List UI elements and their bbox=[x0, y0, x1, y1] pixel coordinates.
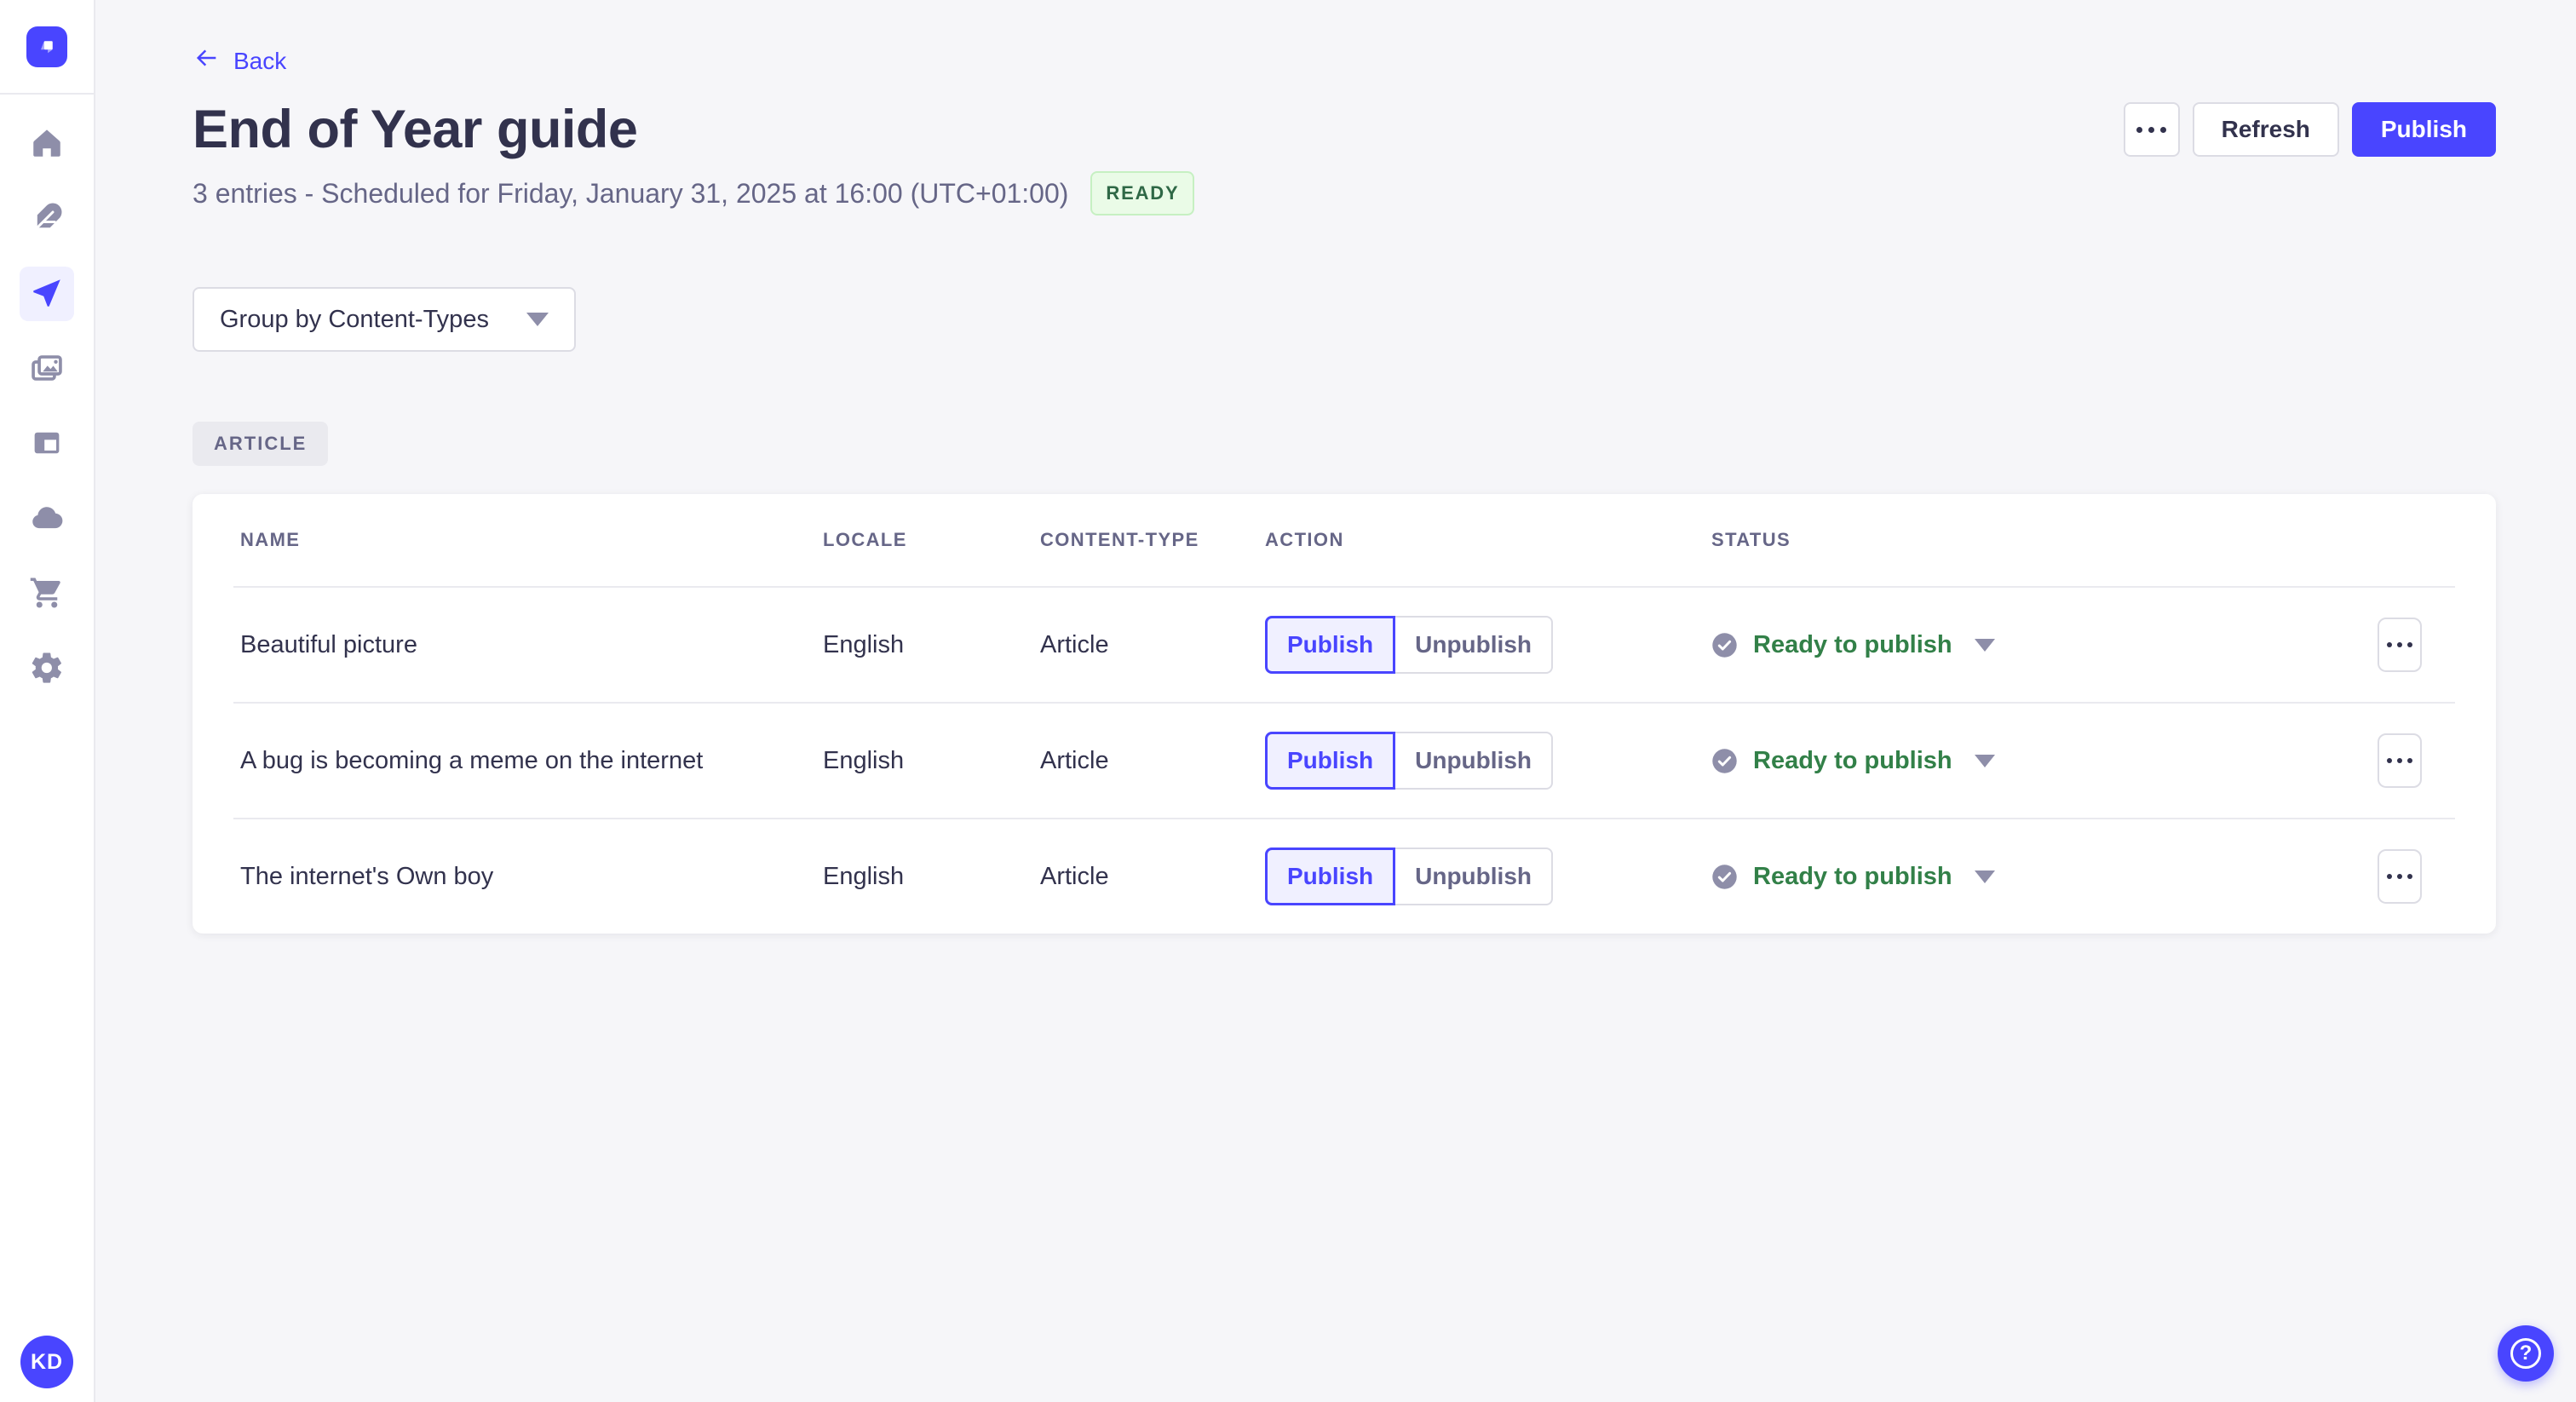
chevron-down-icon bbox=[1974, 638, 1995, 652]
group-by-value: Group by Content-Types bbox=[220, 305, 489, 333]
row-unpublish-toggle[interactable]: Unpublish bbox=[1395, 732, 1553, 790]
help-button[interactable]: ? bbox=[2498, 1325, 2554, 1382]
entry-name: A bug is becoming a meme on the internet bbox=[240, 746, 704, 774]
main-content: Back End of Year guide Refresh Publish 3… bbox=[95, 0, 2576, 934]
status-badge: READY bbox=[1090, 171, 1195, 216]
ellipsis-icon bbox=[2136, 126, 2167, 133]
group-by-select[interactable]: Group by Content-Types bbox=[193, 287, 576, 353]
arrow-left-icon bbox=[193, 44, 220, 78]
sidebar: KD bbox=[0, 0, 95, 1402]
entry-locale: English bbox=[823, 862, 905, 890]
check-circle-icon bbox=[1712, 632, 1737, 658]
media-pictures-icon bbox=[29, 350, 65, 388]
settings-gear-icon bbox=[29, 650, 65, 688]
feather-pen-icon bbox=[29, 200, 65, 238]
entry-content-type: Article bbox=[1040, 746, 1109, 774]
column-header-locale: LOCALE bbox=[823, 529, 907, 551]
row-publish-toggle[interactable]: Publish bbox=[1265, 616, 1396, 675]
ellipsis-icon bbox=[2387, 874, 2412, 880]
column-header-action: ACTION bbox=[1265, 529, 1344, 551]
sidebar-item-releases[interactable] bbox=[20, 267, 74, 321]
chevron-down-icon bbox=[1974, 870, 1995, 883]
ellipsis-icon bbox=[2387, 642, 2412, 648]
status-label: Ready to publish bbox=[1753, 746, 1952, 774]
entries-table: NAME LOCALE CONTENT-TYPE ACTION STATUS B… bbox=[193, 494, 2496, 934]
back-link[interactable]: Back bbox=[193, 44, 286, 78]
title-row: End of Year guide Refresh Publish bbox=[193, 101, 2496, 158]
entry-name: Beautiful picture bbox=[240, 630, 417, 658]
column-header-name: NAME bbox=[240, 529, 301, 551]
cloud-icon bbox=[29, 500, 65, 538]
row-unpublish-toggle[interactable]: Unpublish bbox=[1395, 848, 1553, 906]
shopping-cart-icon bbox=[29, 575, 65, 613]
table-row: Beautiful picture English Article Publis… bbox=[193, 588, 2496, 702]
entry-content-type: Article bbox=[1040, 630, 1109, 658]
release-subtitle: 3 entries - Scheduled for Friday, Januar… bbox=[193, 177, 1069, 209]
status-dropdown[interactable]: Ready to publish bbox=[1711, 631, 1995, 659]
entry-content-type: Article bbox=[1040, 862, 1109, 890]
column-header-status: STATUS bbox=[1711, 529, 1791, 551]
ellipsis-icon bbox=[2387, 758, 2412, 764]
sidebar-footer: KD bbox=[20, 1336, 73, 1388]
sidebar-nav bbox=[20, 117, 74, 696]
subtitle-row: 3 entries - Scheduled for Friday, Januar… bbox=[193, 171, 2496, 216]
column-header-content-type: CONTENT-TYPE bbox=[1040, 529, 1199, 551]
sidebar-item-home[interactable] bbox=[20, 117, 74, 171]
layout-blocks-icon bbox=[29, 425, 65, 463]
sidebar-item-media-library[interactable] bbox=[20, 342, 74, 396]
content-type-group-chip: ARTICLE bbox=[193, 422, 329, 467]
check-circle-icon bbox=[1712, 864, 1737, 889]
sidebar-item-marketplace[interactable] bbox=[20, 566, 74, 621]
status-dropdown[interactable]: Ready to publish bbox=[1711, 863, 1995, 891]
question-mark-icon: ? bbox=[2510, 1338, 2541, 1369]
row-publish-toggle[interactable]: Publish bbox=[1265, 848, 1396, 906]
table-header-row: NAME LOCALE CONTENT-TYPE ACTION STATUS bbox=[193, 494, 2496, 586]
table-row: A bug is becoming a meme on the internet… bbox=[193, 704, 2496, 818]
entry-locale: English bbox=[823, 746, 905, 774]
row-more-button[interactable] bbox=[2378, 733, 2422, 789]
header-actions: Refresh Publish bbox=[2123, 102, 2496, 158]
chevron-down-icon bbox=[526, 313, 549, 327]
row-publish-toggle[interactable]: Publish bbox=[1265, 732, 1396, 790]
status-label: Ready to publish bbox=[1753, 630, 1952, 658]
home-icon bbox=[29, 125, 65, 164]
row-unpublish-toggle[interactable]: Unpublish bbox=[1395, 616, 1553, 675]
page-title: End of Year guide bbox=[193, 100, 638, 159]
sidebar-logo-area bbox=[0, 0, 94, 95]
paper-plane-icon bbox=[29, 275, 65, 313]
entry-locale: English bbox=[823, 630, 905, 658]
sidebar-item-content-manager[interactable] bbox=[20, 192, 74, 246]
check-circle-icon bbox=[1712, 748, 1737, 773]
entry-name: The internet's Own boy bbox=[240, 862, 494, 890]
table-row: The internet's Own boy English Article P… bbox=[193, 819, 2496, 934]
strapi-logo-icon bbox=[41, 40, 53, 53]
row-more-button[interactable] bbox=[2378, 618, 2422, 673]
user-avatar[interactable]: KD bbox=[20, 1336, 73, 1388]
publish-button[interactable]: Publish bbox=[2351, 102, 2496, 158]
sidebar-item-settings[interactable] bbox=[20, 641, 74, 696]
status-dropdown[interactable]: Ready to publish bbox=[1711, 747, 1995, 775]
refresh-button[interactable]: Refresh bbox=[2192, 102, 2339, 158]
back-label: Back bbox=[233, 47, 287, 74]
status-label: Ready to publish bbox=[1753, 862, 1952, 890]
chevron-down-icon bbox=[1974, 754, 1995, 767]
sidebar-item-content-type-builder[interactable] bbox=[20, 417, 74, 471]
sidebar-item-cloud[interactable] bbox=[20, 491, 74, 546]
row-more-button[interactable] bbox=[2378, 849, 2422, 905]
strapi-logo[interactable] bbox=[26, 26, 67, 67]
more-options-button[interactable] bbox=[2123, 102, 2180, 158]
